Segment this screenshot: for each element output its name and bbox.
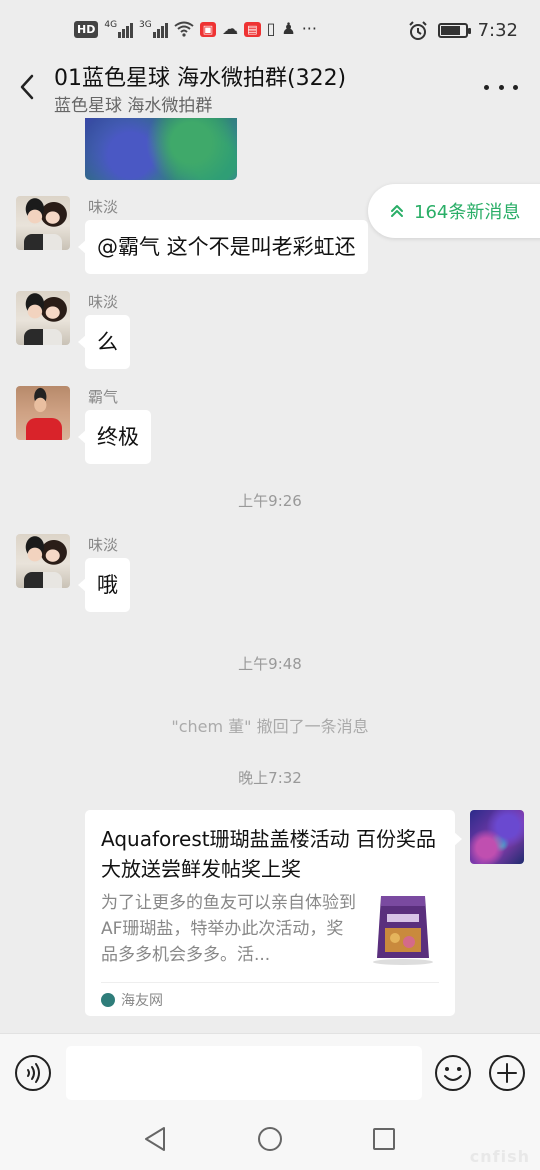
new-messages-button[interactable]: 164条新消息	[368, 184, 540, 238]
chat-subtitle: 蓝色星球 海水微拍群	[54, 96, 213, 116]
message-bubble[interactable]: 终极	[78, 410, 151, 464]
nav-back-icon[interactable]	[142, 1125, 168, 1153]
sender-name: 霸气	[88, 388, 119, 406]
source-name: 海友网	[121, 993, 163, 1009]
coral-image-message[interactable]	[85, 118, 237, 180]
message-bubble[interactable]: @霸气 这个不是叫老彩虹还	[78, 220, 368, 274]
source-logo-icon	[101, 993, 115, 1007]
timestamp: 晚上7:32	[238, 769, 302, 787]
more-dot-icon	[513, 84, 518, 90]
sender-name: 味淡	[88, 293, 119, 311]
timestamp: 上午9:48	[238, 655, 302, 673]
status-icons-right: 7:32	[408, 20, 518, 41]
alarm-icon	[408, 20, 427, 40]
link-card-source: 海友网	[101, 990, 163, 1010]
system-nav-bar: cnfish	[0, 1113, 540, 1170]
cloud-icon: ☁	[222, 19, 239, 38]
link-card-description: 为了让更多的鱼友可以亲自体验到AF珊瑚盐，特举办此次活动，奖品多多机会多多。活.…	[101, 893, 356, 965]
nav-recent-apps-icon[interactable]	[372, 1127, 396, 1151]
avatar[interactable]	[16, 386, 70, 440]
new-messages-label: 164条新消息	[414, 202, 521, 223]
link-card[interactable]: Aquaforest珊瑚盐盖楼活动 百份奖品大放送尝鲜发帖奖上奖 为了让更多的鱼…	[85, 810, 462, 1016]
sender-name: 味淡	[88, 198, 119, 216]
nav-home-icon[interactable]	[257, 1126, 283, 1152]
my-avatar[interactable]	[470, 810, 524, 864]
chat-title: 01蓝色星球 海水微拍群(322)	[54, 66, 347, 91]
more-dot-icon	[484, 84, 489, 90]
chat-header: 01蓝色星球 海水微拍群(322) 蓝色星球 海水微拍群	[0, 56, 540, 118]
more-notifications-icon: ···	[301, 19, 317, 38]
signal-4g-icon: 4G	[104, 20, 134, 38]
avatar[interactable]	[16, 291, 70, 345]
network-type-1: 4G	[104, 20, 118, 30]
double-chevron-up-icon	[391, 205, 403, 217]
network-type-2: 3G	[139, 20, 152, 30]
message-bubble[interactable]: 么	[78, 315, 130, 369]
news-app-icon: ▤	[244, 21, 261, 37]
recall-notice: "chem 董" 撤回了一条消息	[171, 717, 369, 736]
avatar[interactable]	[16, 196, 70, 250]
link-card-title: Aquaforest珊瑚盐盖楼活动 百份奖品大放送尝鲜发帖奖上奖	[101, 827, 436, 881]
back-arrow-icon[interactable]	[14, 70, 42, 104]
more-options-button[interactable]	[484, 70, 518, 104]
qq-icon: ♟	[281, 19, 296, 38]
plus-icon[interactable]	[488, 1054, 526, 1092]
signal-3g-icon: 3G	[139, 20, 168, 38]
voice-input-icon[interactable]	[14, 1054, 52, 1092]
avatar[interactable]	[16, 534, 70, 588]
card-divider	[101, 982, 439, 983]
wifi-icon	[174, 21, 194, 37]
status-time: 7:32	[477, 20, 518, 41]
more-dot-icon	[498, 84, 504, 90]
hd-badge: HD	[74, 20, 99, 38]
battery-fill	[440, 26, 460, 35]
chat-messages[interactable]: 味淡 @霸气 这个不是叫老彩虹还 味淡 么 霸气 终极 上午9:26 味淡 哦 …	[0, 118, 540, 1033]
status-icons-left: HD 4G 3G ▣ ☁ ▤ ▯ ♟ ···	[74, 20, 317, 38]
watermark: cnfish	[469, 1147, 530, 1166]
emoji-icon[interactable]	[434, 1054, 472, 1092]
input-bar	[0, 1033, 540, 1113]
message-bubble[interactable]: 哦	[78, 558, 130, 612]
battery-icon	[437, 23, 471, 38]
book-app-icon: ▣	[199, 21, 217, 37]
message-input[interactable]	[66, 1046, 422, 1100]
sender-name: 味淡	[88, 536, 119, 554]
salt-bag-thumbnail	[373, 896, 433, 965]
timestamp: 上午9:26	[238, 492, 302, 510]
phone-icon: ▯	[266, 19, 276, 38]
